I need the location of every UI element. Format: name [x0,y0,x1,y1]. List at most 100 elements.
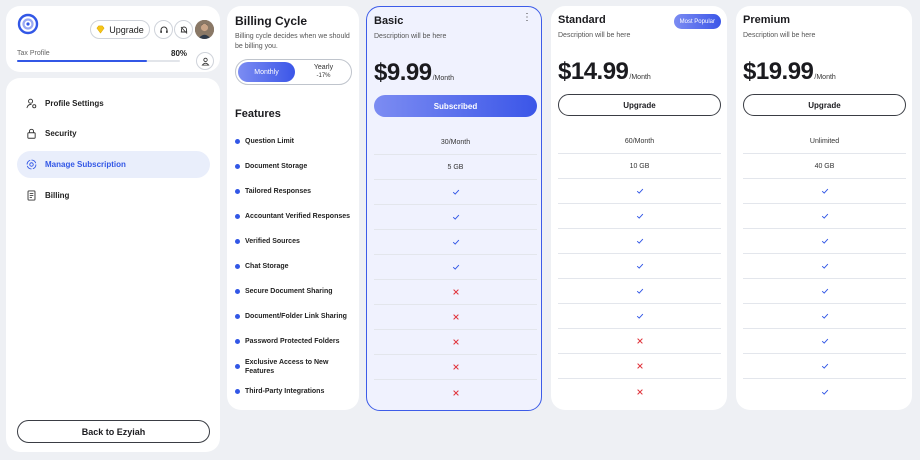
bullet-icon [235,289,240,294]
value-cell: 60/Month [558,129,721,154]
included-cell [558,304,721,329]
feature-label: Chat Storage [245,263,289,270]
billing-cycle-description: Billing cycle decides when we should be … [235,33,350,50]
upgrade-button[interactable]: Upgrade [90,20,150,39]
value-cell: 5 GB [374,155,537,180]
app-logo-icon[interactable] [17,13,39,35]
tax-profile-progress-bar [17,60,180,62]
plan-name: Standard [558,14,606,26]
check-icon [821,263,828,269]
included-cell [374,230,537,255]
plan-price: $14.99 /Month [558,58,651,86]
price-amount: $14.99 [558,58,629,85]
yearly-discount: -17% [316,73,331,79]
features-title: Features [235,108,281,120]
feature-row: Verified Sources [235,229,357,254]
price-unit: /Month [432,75,454,82]
subscribed-button[interactable]: Subscribed [374,95,537,117]
check-icon [636,238,643,244]
bullet-icon [235,314,240,319]
check-icon [821,389,828,395]
excluded-cell [374,330,537,355]
plan-card-standard: Standard Most Popular Description will b… [551,6,727,410]
upgrade-standard-button[interactable]: Upgrade [558,94,721,116]
feature-row: Password Protected Folders [235,329,357,354]
check-icon [636,213,643,219]
feature-row: Question Limit [235,129,357,154]
included-cell [743,254,906,279]
plan-name: Basic [374,15,404,27]
check-icon [821,188,828,194]
headset-icon [159,26,168,33]
notifications-button[interactable] [174,20,193,39]
tax-profile-label: Tax Profile [17,50,50,57]
cross-icon [452,389,459,396]
check-icon [821,363,828,369]
diamond-icon [96,25,105,34]
excluded-cell [558,354,721,379]
bullet-icon [235,139,240,144]
tax-profile-progress-fill [17,60,148,62]
included-cell [374,180,537,205]
check-icon [636,288,643,294]
nav-item-profile-settings[interactable]: Profile Settings [17,90,210,117]
nav-label: Profile Settings [45,99,104,108]
cross-icon [636,388,643,395]
plan-card-premium: Premium Description will be here $19.99 … [736,6,912,410]
nav-label: Manage Subscription [45,160,126,169]
plan-price: $19.99 /Month [743,58,836,86]
bullet-icon [235,189,240,194]
monthly-option[interactable]: Monthly [238,62,295,82]
included-cell [558,229,721,254]
feature-label: Document/Folder Link Sharing [245,313,347,320]
included-cell [374,255,537,280]
nav-item-billing[interactable]: Billing [17,182,210,209]
bullet-icon [235,389,240,394]
user-photo-icon [195,20,214,39]
nav-item-manage-subscription[interactable]: Manage Subscription [17,151,210,178]
bullet-icon [235,364,240,369]
price-unit: /Month [629,74,651,81]
feature-label: Accountant Verified Responses [245,213,351,220]
value-cell: Unlimited [743,129,906,154]
cross-icon [452,314,459,320]
profile-user-button[interactable] [196,52,214,70]
included-cell [743,304,906,329]
plan-description: Description will be here [743,32,816,39]
nav-item-security[interactable]: Security [17,120,210,147]
receipt-icon [27,190,36,201]
avatar[interactable] [195,20,214,39]
plan-price: $9.99 /Month [374,59,454,87]
bullet-icon [235,239,240,244]
support-button[interactable] [154,20,173,39]
back-button[interactable]: Back to Ezyiah [17,420,210,443]
upgrade-premium-button[interactable]: Upgrade [743,94,906,116]
check-icon [452,264,459,270]
feature-label: Exclusive Access to New Features [245,358,329,375]
included-cell [743,179,906,204]
feature-row: Document Storage [235,154,357,179]
cross-icon [636,363,643,369]
excluded-cell [558,379,721,404]
included-cell [558,179,721,204]
price-amount: $19.99 [743,58,814,85]
check-icon [452,189,459,195]
more-options-icon[interactable]: ⋮ [522,13,532,23]
feature-row: Tailored Responses [235,179,357,204]
check-icon [636,188,643,194]
included-cell [743,379,906,404]
included-cell [743,329,906,354]
feature-row: Document/Folder Link Sharing [235,304,357,329]
included-cell [558,279,721,304]
check-icon [452,214,459,220]
excluded-cell [374,305,537,330]
included-cell [743,229,906,254]
feature-row: Chat Storage [235,254,357,279]
lock-icon [27,128,36,139]
excluded-cell [374,355,537,380]
user-icon [200,57,210,66]
subscription-icon [26,159,37,170]
check-icon [821,238,828,244]
included-cell [743,354,906,379]
yearly-option[interactable]: Yearly -17% [296,62,351,82]
